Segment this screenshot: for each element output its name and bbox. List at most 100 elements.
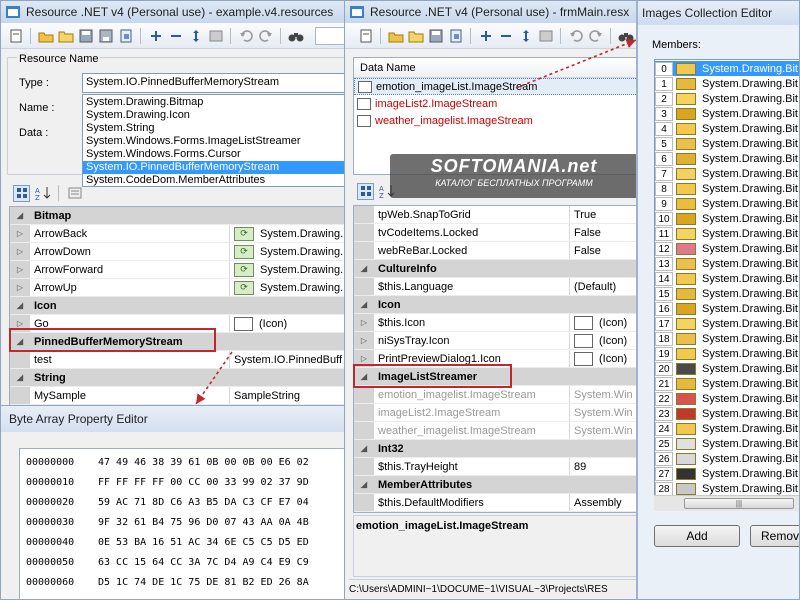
data-name-header[interactable]: Data Name <box>354 58 639 78</box>
type-option[interactable]: System.Windows.Forms.Cursor <box>83 148 346 161</box>
open-folder-icon[interactable] <box>37 27 54 44</box>
properties-icon[interactable] <box>207 27 224 44</box>
data-list-item-selected[interactable]: emotion_imageList.ImageStream <box>354 78 639 95</box>
category-cultureinfo[interactable]: ◢ CultureInfo <box>354 260 639 278</box>
collapse-icon[interactable]: ◢ <box>10 297 30 314</box>
move-icon[interactable] <box>187 27 204 44</box>
category-icon[interactable]: ◢ Icon <box>354 296 639 314</box>
undo-icon[interactable] <box>567 27 584 44</box>
folder-icon[interactable] <box>407 27 424 44</box>
member-item[interactable]: 5 System.Drawing.Bit <box>655 136 799 151</box>
expand-icon[interactable]: ▷ <box>10 261 30 278</box>
new-file-icon[interactable] <box>7 27 24 44</box>
member-item[interactable]: 9 System.Drawing.Bit <box>655 196 799 211</box>
sort-alpha-icon[interactable]: AZ <box>378 183 395 200</box>
collapse-icon[interactable]: ◢ <box>354 476 374 493</box>
data-list-item[interactable]: imageList2.ImageStream <box>354 95 639 112</box>
property-row[interactable]: weather_imagelist.ImageStream System.Win <box>354 422 639 440</box>
save-icon[interactable] <box>427 27 444 44</box>
remove-icon[interactable] <box>497 27 514 44</box>
find-binoculars-icon[interactable] <box>287 27 304 44</box>
type-option[interactable]: System.CodeDom.MemberAttributes <box>83 174 346 187</box>
type-option[interactable]: System.Drawing.Bitmap <box>83 96 346 109</box>
property-pages-icon[interactable] <box>66 185 83 202</box>
category-bitmap[interactable]: ◢ Bitmap <box>10 207 346 225</box>
member-item[interactable]: 10 System.Drawing.Bit <box>655 211 799 226</box>
redo-icon[interactable] <box>587 27 604 44</box>
categorized-icon[interactable] <box>357 182 374 200</box>
property-row[interactable]: imageList2.ImageStream System.Win <box>354 404 639 422</box>
type-option[interactable]: System.Windows.Forms.ImageListStreamer <box>83 135 346 148</box>
type-dropdown-list[interactable]: System.Drawing.Bitmap System.Drawing.Ico… <box>82 94 346 187</box>
member-item[interactable]: 6 System.Drawing.Bit <box>655 151 799 166</box>
member-item[interactable]: 28 System.Drawing.Bit <box>655 481 799 496</box>
images-editor-titlebar[interactable]: Images Collection Editor <box>638 1 799 25</box>
property-row[interactable]: $this.TrayHeight 89 <box>354 458 639 476</box>
expand-icon[interactable]: ▷ <box>354 350 374 367</box>
save-as-icon[interactable] <box>97 27 114 44</box>
type-combobox[interactable]: System.IO.PinnedBufferMemoryStream <box>82 73 346 93</box>
collapse-icon[interactable]: ◢ <box>10 207 30 224</box>
property-row[interactable]: ▷ ArrowBack ⟳ System.Drawing. <box>10 225 346 243</box>
property-row[interactable]: ▷ PrintPreviewDialog1.Icon (Icon) <box>354 350 639 368</box>
property-row[interactable]: ▷ ArrowDown ⟳ System.Drawing. <box>10 243 346 261</box>
category-int32[interactable]: ◢ Int32 <box>354 440 639 458</box>
type-option[interactable]: System.Drawing.Icon <box>83 109 346 122</box>
mid-window-titlebar[interactable]: Resource .NET v4 (Personal use) - frmMai… <box>345 1 639 23</box>
collapse-icon[interactable]: ◢ <box>354 440 374 457</box>
add-button[interactable]: Add <box>654 525 740 547</box>
member-item[interactable]: 17 System.Drawing.Bit <box>655 316 799 331</box>
category-string[interactable]: ◢ String <box>10 369 346 387</box>
expand-icon[interactable]: ▷ <box>10 243 30 260</box>
expand-icon[interactable]: ▷ <box>354 332 374 349</box>
folder-icon[interactable] <box>57 27 74 44</box>
left-window-titlebar[interactable]: Resource .NET v4 (Personal use) - exampl… <box>1 1 346 23</box>
data-list-item[interactable]: weather_imagelist.ImageStream <box>354 112 639 129</box>
sort-alpha-icon[interactable]: AZ <box>34 185 51 202</box>
member-item[interactable]: 16 System.Drawing.Bit <box>655 301 799 316</box>
move-icon[interactable] <box>517 27 534 44</box>
property-row[interactable]: webReBar.Locked False <box>354 242 639 260</box>
redo-icon[interactable] <box>257 27 274 44</box>
properties-icon[interactable] <box>537 27 554 44</box>
property-row[interactable]: tpWeb.SnapToGrid True <box>354 206 639 224</box>
categorized-icon[interactable] <box>13 184 30 202</box>
remove-button[interactable]: Remov <box>750 525 799 547</box>
property-row[interactable]: $this.DefaultModifiers Assembly <box>354 494 639 512</box>
member-item[interactable]: 13 System.Drawing.Bit <box>655 256 799 271</box>
property-row[interactable]: MySample SampleString <box>10 387 346 405</box>
type-option-selected[interactable]: System.IO.PinnedBufferMemoryStream <box>83 161 346 174</box>
member-item[interactable]: 0 System.Drawing.Bit <box>655 61 799 76</box>
property-row[interactable]: ▷ ArrowForward ⟳ System.Drawing. <box>10 261 346 279</box>
open-folder-icon[interactable] <box>387 27 404 44</box>
member-item[interactable]: 12 System.Drawing.Bit <box>655 241 799 256</box>
member-item[interactable]: 11 System.Drawing.Bit <box>655 226 799 241</box>
new-file-icon[interactable] <box>357 27 374 44</box>
member-item[interactable]: 23 System.Drawing.Bit <box>655 406 799 421</box>
member-item[interactable]: 26 System.Drawing.Bit <box>655 451 799 466</box>
property-row[interactable]: test System.IO.PinnedBuff <box>10 351 346 369</box>
member-item[interactable]: 15 System.Drawing.Bit <box>655 286 799 301</box>
property-row[interactable]: tvCodeItems.Locked False <box>354 224 639 242</box>
member-item[interactable]: 19 System.Drawing.Bit <box>655 346 799 361</box>
find-binoculars-icon[interactable] <box>617 27 634 44</box>
category-icon[interactable]: ◢ Icon <box>10 297 346 315</box>
member-item[interactable]: 24 System.Drawing.Bit <box>655 421 799 436</box>
property-row[interactable]: ▷ niSysTray.Icon (Icon) <box>354 332 639 350</box>
property-row[interactable]: ▷ Go (Icon) <box>10 315 346 333</box>
collapse-icon[interactable]: ◢ <box>354 368 374 385</box>
add-icon[interactable] <box>477 27 494 44</box>
member-item[interactable]: 18 System.Drawing.Bit <box>655 331 799 346</box>
category-memberattributes[interactable]: ◢ MemberAttributes <box>354 476 639 494</box>
member-item[interactable]: 7 System.Drawing.Bit <box>655 166 799 181</box>
member-item[interactable]: 8 System.Drawing.Bit <box>655 181 799 196</box>
member-item[interactable]: 22 System.Drawing.Bit <box>655 391 799 406</box>
member-item[interactable]: 25 System.Drawing.Bit <box>655 436 799 451</box>
member-item[interactable]: 1 System.Drawing.Bit <box>655 76 799 91</box>
member-item[interactable]: 4 System.Drawing.Bit <box>655 121 799 136</box>
member-item[interactable]: 21 System.Drawing.Bit <box>655 376 799 391</box>
member-item[interactable]: 14 System.Drawing.Bit <box>655 271 799 286</box>
expand-icon[interactable]: ▷ <box>10 225 30 242</box>
search-input[interactable] <box>315 26 346 45</box>
member-item[interactable]: 2 System.Drawing.Bit <box>655 91 799 106</box>
